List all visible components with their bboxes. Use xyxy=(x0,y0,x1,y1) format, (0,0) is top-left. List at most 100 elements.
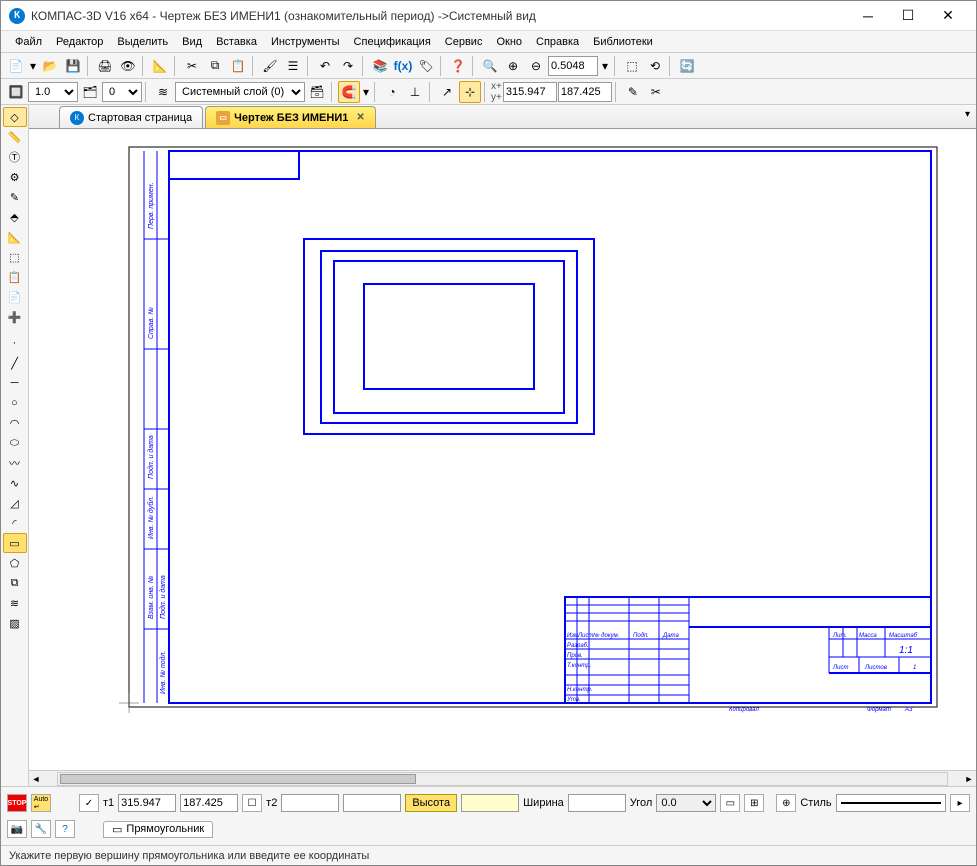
menu-select[interactable]: Выделить xyxy=(111,34,174,50)
horizontal-scrollbar[interactable]: ◄ ► xyxy=(29,770,976,786)
snap-dropdown[interactable]: ▾ xyxy=(361,81,371,103)
params-group[interactable]: ⬘ xyxy=(3,207,27,227)
geometry-group[interactable]: ◇ xyxy=(3,107,27,127)
zoom-dropdown[interactable]: ▾ xyxy=(599,55,611,77)
stop-button[interactable]: STOP xyxy=(7,794,27,812)
new-dropdown[interactable]: ▾ xyxy=(28,55,38,77)
menu-window[interactable]: Окно xyxy=(490,34,528,50)
tool-tab[interactable]: ▭ Прямоугольник xyxy=(103,821,213,838)
style-dropdown[interactable]: ▸ xyxy=(950,794,970,812)
tab-drawing[interactable]: ▭ Чертеж БЕЗ ИМЕНИ1 ✕ xyxy=(205,106,376,128)
help-button[interactable]: ❓ xyxy=(447,55,469,77)
headers-button[interactable]: 🏷 xyxy=(415,55,437,77)
layers-button[interactable]: ≋ xyxy=(152,81,174,103)
menu-spec[interactable]: Спецификация xyxy=(348,34,437,50)
chamfer-tool[interactable]: ◿ xyxy=(3,493,27,513)
menu-view[interactable]: Вид xyxy=(176,34,208,50)
zoom-out-button[interactable]: ⊖ xyxy=(525,55,547,77)
equidist-tool[interactable]: ≋ xyxy=(3,593,27,613)
segment-tool[interactable]: ─ xyxy=(3,373,27,393)
help-props-button[interactable]: ? xyxy=(55,820,75,838)
height-input[interactable] xyxy=(461,794,519,812)
axes-off-button[interactable]: ▭ xyxy=(720,794,740,812)
menu-libraries[interactable]: Библиотеки xyxy=(587,34,659,50)
menu-help[interactable]: Справка xyxy=(530,34,585,50)
layer-combo[interactable]: Системный слой (0) xyxy=(175,82,305,102)
t1-lock[interactable]: ✓ xyxy=(79,794,99,812)
t1-y-input[interactable] xyxy=(180,794,238,812)
zoom-window-button[interactable]: ⬚ xyxy=(621,55,643,77)
camera-button[interactable]: 📷 xyxy=(7,820,27,838)
global-snap-button[interactable]: ⊹ xyxy=(459,81,481,103)
measure-group[interactable]: 📐 xyxy=(3,227,27,247)
tab-close-button[interactable]: ✕ xyxy=(356,112,364,123)
snap-toggle[interactable]: 🧲 xyxy=(338,81,360,103)
menu-editor[interactable]: Редактор xyxy=(50,34,109,50)
coord-y-input[interactable] xyxy=(558,82,612,102)
zoom-input[interactable] xyxy=(548,56,598,76)
remember-button[interactable]: 🔧 xyxy=(31,820,51,838)
t2-y-input[interactable] xyxy=(343,794,401,812)
menu-service[interactable]: Сервис xyxy=(439,34,489,50)
t2-x-input[interactable] xyxy=(281,794,339,812)
zoom-prev-button[interactable]: ⟲ xyxy=(644,55,666,77)
copy-button[interactable]: ⧉ xyxy=(204,55,226,77)
round-toggle[interactable]: ◔ xyxy=(381,81,403,103)
zoom-fit-button[interactable]: 🔍 xyxy=(479,55,501,77)
layer-mgr-button[interactable]: 🗃 xyxy=(306,81,328,103)
polygon-tool[interactable]: ⬠ xyxy=(3,553,27,573)
width-input[interactable] xyxy=(568,794,626,812)
drawing-button[interactable]: 📐 xyxy=(149,55,171,77)
construction-group[interactable]: ⚙ xyxy=(3,167,27,187)
library-mgr-button[interactable]: 📚 xyxy=(369,55,391,77)
rectangle-tool[interactable]: ▭ xyxy=(3,533,27,553)
properties-button[interactable]: ☰ xyxy=(282,55,304,77)
insert-group[interactable]: ➕ xyxy=(3,307,27,327)
axes-on-button[interactable]: ⊞ xyxy=(744,794,764,812)
states-button[interactable]: 🔲 xyxy=(5,81,27,103)
zoom-in-button[interactable]: ⊕ xyxy=(502,55,524,77)
coord-x-input[interactable] xyxy=(503,82,557,102)
reports-group[interactable]: 📄 xyxy=(3,287,27,307)
collect-tool[interactable]: ⧉ xyxy=(3,573,27,593)
paste-button[interactable]: 📋 xyxy=(227,55,249,77)
contour-tool[interactable]: 〰 xyxy=(3,453,27,473)
spline-tool[interactable]: ∿ xyxy=(3,473,27,493)
tabs-dropdown[interactable]: ▾ xyxy=(965,109,970,120)
cut-button[interactable]: ✂ xyxy=(181,55,203,77)
point-tool[interactable]: · xyxy=(3,333,27,353)
copy-props-button[interactable]: 🖌 xyxy=(259,55,281,77)
edit-group[interactable]: ✎ xyxy=(3,187,27,207)
tab-start-page[interactable]: К Стартовая страница xyxy=(59,106,203,128)
refresh-button[interactable]: 🔄 xyxy=(676,55,698,77)
fillet-tool[interactable]: ◜ xyxy=(3,513,27,533)
auto-create-button[interactable]: Auto↵ xyxy=(31,794,51,812)
ellipse-tool[interactable]: ⬭ xyxy=(3,433,27,453)
spec-group[interactable]: 📋 xyxy=(3,267,27,287)
save-button[interactable]: 💾 xyxy=(62,55,84,77)
undo-button[interactable]: ↶ xyxy=(314,55,336,77)
view-num-combo[interactable]: 0 xyxy=(102,82,142,102)
arc-tool[interactable]: ◠ xyxy=(3,413,27,433)
drawing-canvas[interactable]: Перв. примен. Справ. № Подп. и дата Инв.… xyxy=(29,129,976,770)
edit-macro-button[interactable]: ✎ xyxy=(622,81,644,103)
menu-insert[interactable]: Вставка xyxy=(210,34,263,50)
circle-tool[interactable]: ○ xyxy=(3,393,27,413)
dimensions-group[interactable]: 📏 xyxy=(3,127,27,147)
lcs-button[interactable]: ↗ xyxy=(436,81,458,103)
line-tool[interactable]: ╱ xyxy=(3,353,27,373)
ortho-toggle[interactable]: ⊥ xyxy=(404,81,426,103)
variables-button[interactable]: f(x) xyxy=(392,55,414,77)
center-button[interactable]: ⊕ xyxy=(776,794,796,812)
scale-combo[interactable]: 1.0 xyxy=(28,82,78,102)
new-button[interactable]: 📄 xyxy=(5,55,27,77)
close-button[interactable]: ✕ xyxy=(928,2,968,30)
style-combo[interactable] xyxy=(836,794,946,812)
destroy-button[interactable]: ✂ xyxy=(645,81,667,103)
minimize-button[interactable]: ─ xyxy=(848,2,888,30)
menu-file[interactable]: Файл xyxy=(9,34,48,50)
select-group[interactable]: ⬚ xyxy=(3,247,27,267)
t2-lock[interactable]: ☐ xyxy=(242,794,262,812)
redo-button[interactable]: ↷ xyxy=(337,55,359,77)
print-button[interactable]: 🖨 xyxy=(94,55,116,77)
